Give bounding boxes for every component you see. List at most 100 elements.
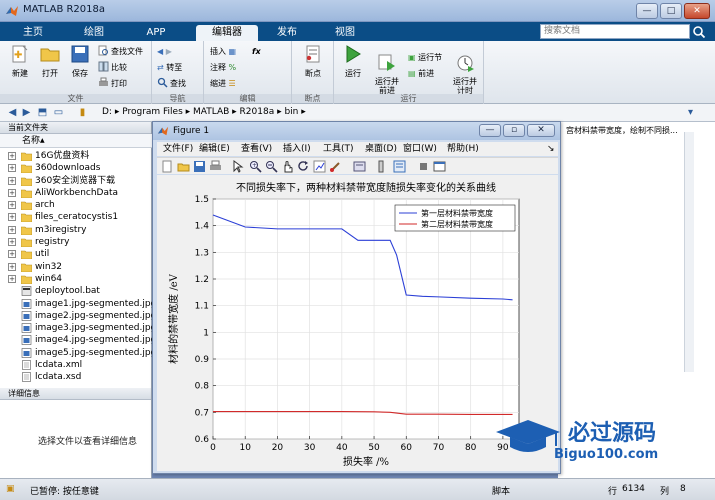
figure-menu-item[interactable]: 插入(I) — [283, 142, 311, 156]
run-advance-button[interactable]: 运行并 前进 — [370, 44, 404, 95]
expand-folder-icon[interactable]: + — [8, 176, 16, 185]
close-button[interactable]: ✕ — [684, 3, 710, 19]
file-list-item[interactable]: image4.jpg-segmented.jpg — [0, 334, 156, 346]
figure-menu-item[interactable]: 查看(V) — [241, 142, 272, 156]
rotate-icon[interactable] — [297, 160, 310, 173]
insert-button[interactable]: 插入 ▦ — [210, 45, 236, 59]
hide-plot-tools-icon[interactable] — [417, 160, 430, 173]
file-list-item[interactable]: +360downloads — [0, 162, 152, 174]
maximize-button[interactable]: □ — [660, 3, 682, 19]
fx-button[interactable]: fx — [252, 45, 261, 59]
file-list-item[interactable]: + win32 — [0, 261, 152, 273]
figure-menu-item[interactable]: 帮助(H) — [447, 142, 479, 156]
up-folder-icon[interactable]: ⬒ — [36, 107, 49, 119]
file-list-item[interactable]: +16G优盘资料 — [0, 150, 152, 162]
figure-menu-item[interactable]: 窗口(W) — [403, 142, 437, 156]
file-list-item[interactable]: image3.jpg-segmented.jpg — [0, 322, 156, 334]
current-path[interactable]: D: ▸ Program Files ▸ MATLAB ▸ R2018a ▸ b… — [102, 107, 306, 117]
dock-figure-icon[interactable]: ↘ — [547, 142, 555, 156]
file-list-item[interactable]: image5.jpg-segmented.jpg — [0, 347, 156, 359]
print-icon[interactable] — [209, 160, 222, 173]
expand-folder-icon[interactable]: + — [8, 225, 16, 234]
nav-back-forward[interactable]: ◀ ▶ — [157, 45, 172, 59]
back-arrow-icon[interactable]: ◀ — [6, 107, 19, 119]
data-cursor-icon[interactable] — [313, 160, 326, 173]
name-column-header[interactable]: 名称 ▲ — [0, 134, 152, 148]
file-list-item[interactable]: + win64 — [0, 273, 152, 285]
expand-folder-icon[interactable]: + — [8, 164, 16, 173]
file-list-item[interactable]: + AliWorkbenchData — [0, 187, 152, 199]
search-documentation-input[interactable]: 搜索文档 — [540, 24, 690, 39]
expand-folder-icon[interactable]: + — [8, 188, 16, 197]
find-button[interactable]: 查找 — [157, 77, 186, 91]
advance-button[interactable]: ▤ 前进 — [408, 67, 434, 81]
expand-folder-icon[interactable]: + — [8, 201, 16, 210]
expand-folder-icon[interactable]: + — [8, 274, 16, 283]
file-list-item[interactable]: image2.jpg-segmented.jpg — [0, 310, 156, 322]
forward-arrow-icon[interactable]: ▶ — [166, 47, 172, 56]
run-button[interactable]: 运行 — [338, 44, 368, 79]
zoom-in-icon[interactable]: + — [249, 160, 262, 173]
tab-publish[interactable]: 发布 — [260, 25, 314, 41]
save-icon[interactable] — [193, 160, 206, 173]
minimize-button[interactable]: — — [636, 3, 658, 19]
save-button[interactable]: 保存 — [66, 44, 94, 79]
tab-apps[interactable]: APP — [126, 25, 186, 41]
file-list-item[interactable]: deploytool.bat — [0, 285, 152, 297]
pointer-icon[interactable] — [231, 160, 244, 173]
open-button[interactable]: 打开 — [36, 44, 64, 79]
goto-button[interactable]: ⇄ 转至 — [157, 61, 182, 75]
new-figure-icon[interactable] — [161, 160, 174, 173]
figure-minimize-button[interactable]: — — [479, 124, 501, 137]
figure-menu-item[interactable]: 文件(F) — [163, 142, 193, 156]
search-icon[interactable] — [692, 25, 706, 39]
insert-legend-icon[interactable] — [393, 160, 406, 173]
forward-arrow-icon[interactable]: ▶ — [20, 107, 33, 119]
print-button[interactable]: 打印 — [98, 77, 127, 91]
figure-close-button[interactable]: ✕ — [527, 124, 555, 137]
file-list-item[interactable]: +360安全浏览器下载 — [0, 175, 152, 187]
back-arrow-icon[interactable]: ◀ — [157, 47, 163, 56]
tab-home[interactable]: 主页 — [4, 25, 62, 41]
figure-menu-item[interactable]: 工具(T) — [323, 142, 354, 156]
figure-menu-item[interactable]: 编辑(E) — [199, 142, 230, 156]
insert-colorbar-icon[interactable] — [377, 160, 390, 173]
find-files-icon — [98, 45, 108, 56]
expand-folder-icon[interactable]: + — [8, 238, 16, 247]
breakpoints-button[interactable]: 断点 — [298, 44, 328, 79]
file-list-item[interactable]: + m3iregistry — [0, 224, 152, 236]
run-and-time-button[interactable]: 运行并 计时 — [448, 44, 482, 95]
brush-icon[interactable] — [329, 160, 342, 173]
tab-editor[interactable]: 编辑器 — [196, 25, 258, 41]
expand-folder-icon[interactable]: + — [8, 262, 16, 271]
expand-folder-icon[interactable]: + — [8, 213, 16, 222]
compare-button[interactable]: 比较 — [98, 61, 127, 75]
file-list-item[interactable]: + files_ceratocystis1 — [0, 211, 152, 223]
link-plot-icon[interactable] — [353, 160, 366, 173]
pan-icon[interactable] — [281, 160, 294, 173]
file-list-item[interactable]: lcdata.xml — [0, 359, 152, 371]
file-list-item[interactable]: image1.jpg-segmented.jpg — [0, 298, 156, 310]
new-button[interactable]: ✚ 新建 — [6, 44, 34, 79]
tab-plots[interactable]: 绘图 — [64, 25, 124, 41]
expand-folder-icon[interactable]: + — [8, 250, 16, 259]
file-list-item[interactable]: + registry — [0, 236, 152, 248]
expand-folder-icon[interactable]: + — [8, 152, 16, 160]
file-list-item[interactable]: lcdata.xsd — [0, 371, 152, 383]
path-dropdown-icon[interactable]: ▾ — [684, 107, 697, 119]
tab-view[interactable]: 视图 — [316, 25, 374, 41]
open-file-icon[interactable] — [177, 160, 190, 173]
find-files-button[interactable]: 查找文件 — [98, 45, 143, 59]
indent-button[interactable]: 缩进 ☰ — [210, 77, 236, 91]
show-plot-tools-icon[interactable] — [433, 160, 446, 173]
figure-menu-item[interactable]: 桌面(D) — [365, 142, 397, 156]
file-list-item[interactable]: + arch — [0, 199, 152, 211]
zoom-out-icon[interactable] — [265, 160, 278, 173]
editor-vertical-scrollbar[interactable] — [684, 132, 694, 372]
figure-restore-button[interactable]: ▫ — [503, 124, 525, 137]
file-list-item[interactable]: + util — [0, 248, 152, 260]
figure-title-bar[interactable]: Figure 1 — ▫ ✕ — [153, 122, 560, 140]
comment-button[interactable]: 注释 % — [210, 61, 236, 75]
browse-folder-icon[interactable]: ▭ — [52, 107, 65, 119]
run-section-button[interactable]: ▣ 运行节 — [408, 51, 442, 65]
